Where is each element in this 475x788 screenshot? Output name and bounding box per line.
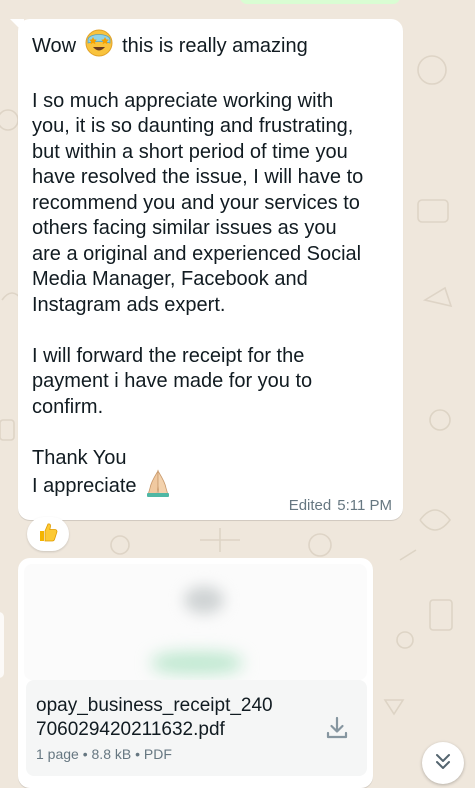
- document-filename-line1: opay_business_receipt_240: [36, 695, 273, 716]
- separator-dot: •: [135, 746, 141, 762]
- previous-message-edge: [240, 0, 400, 4]
- message-line: Media Manager, Facebook and: [32, 268, 308, 290]
- message-line: others facing similar issues as you: [32, 217, 337, 239]
- message-line: you, it is so daunting and frustrating,: [32, 115, 354, 137]
- folded-hands-icon: [145, 468, 171, 506]
- thumbs-up-icon: [37, 521, 59, 548]
- document-type: PDF: [143, 746, 172, 762]
- document-details: 1 page • 8.8 kB • PDF: [36, 746, 172, 762]
- document-pages: 1 page: [36, 746, 79, 762]
- incoming-message-bubble[interactable]: Wow this is really amazing I so much app…: [18, 19, 403, 520]
- message-line: Instagram ads expert.: [32, 293, 226, 316]
- message-line: have resolved the issue, I will have to: [32, 166, 364, 188]
- document-preview[interactable]: [24, 564, 367, 680]
- separator-dot: •: [82, 746, 88, 762]
- message-text-wow: Wow: [32, 35, 77, 58]
- message-line: I so much appreciate working with: [32, 89, 334, 112]
- message-appreciate: I appreciate: [32, 475, 137, 498]
- message-line: payment i have made for you to: [32, 370, 313, 392]
- document-size: 8.8 kB: [91, 746, 132, 762]
- message-line: recommend you and your services to: [32, 191, 360, 214]
- message-line: confirm.: [32, 395, 104, 418]
- double-chevron-down-icon: [434, 752, 452, 777]
- message-line: but within a short period of time you: [32, 140, 348, 163]
- message-time: 5:11 PM: [337, 497, 392, 514]
- document-filename-line2: 706029420211632.pdf: [36, 719, 225, 740]
- document-info[interactable]: opay_business_receipt_240 70602942021163…: [26, 680, 367, 776]
- download-icon[interactable]: [323, 714, 351, 742]
- star-struck-emoji-icon: [84, 28, 114, 66]
- message-meta: Edited 5:11 PM: [289, 497, 392, 514]
- message-line: are a original and experienced Social: [32, 242, 362, 265]
- edited-label: Edited: [288, 497, 332, 514]
- document-filename: opay_business_receipt_240 70602942021163…: [36, 694, 296, 742]
- side-handle: [0, 612, 4, 678]
- scroll-to-bottom-button[interactable]: [422, 742, 464, 784]
- document-message-bubble[interactable]: opay_business_receipt_240 70602942021163…: [18, 558, 373, 788]
- message-first-line: Wow this is really amazing: [32, 28, 389, 66]
- thumbs-up-reaction[interactable]: [27, 517, 69, 551]
- message-thanks: Thank You: [32, 446, 127, 469]
- message-text-amazing: this is really amazing: [122, 35, 308, 58]
- message-line: I will forward the receipt for the: [32, 344, 305, 367]
